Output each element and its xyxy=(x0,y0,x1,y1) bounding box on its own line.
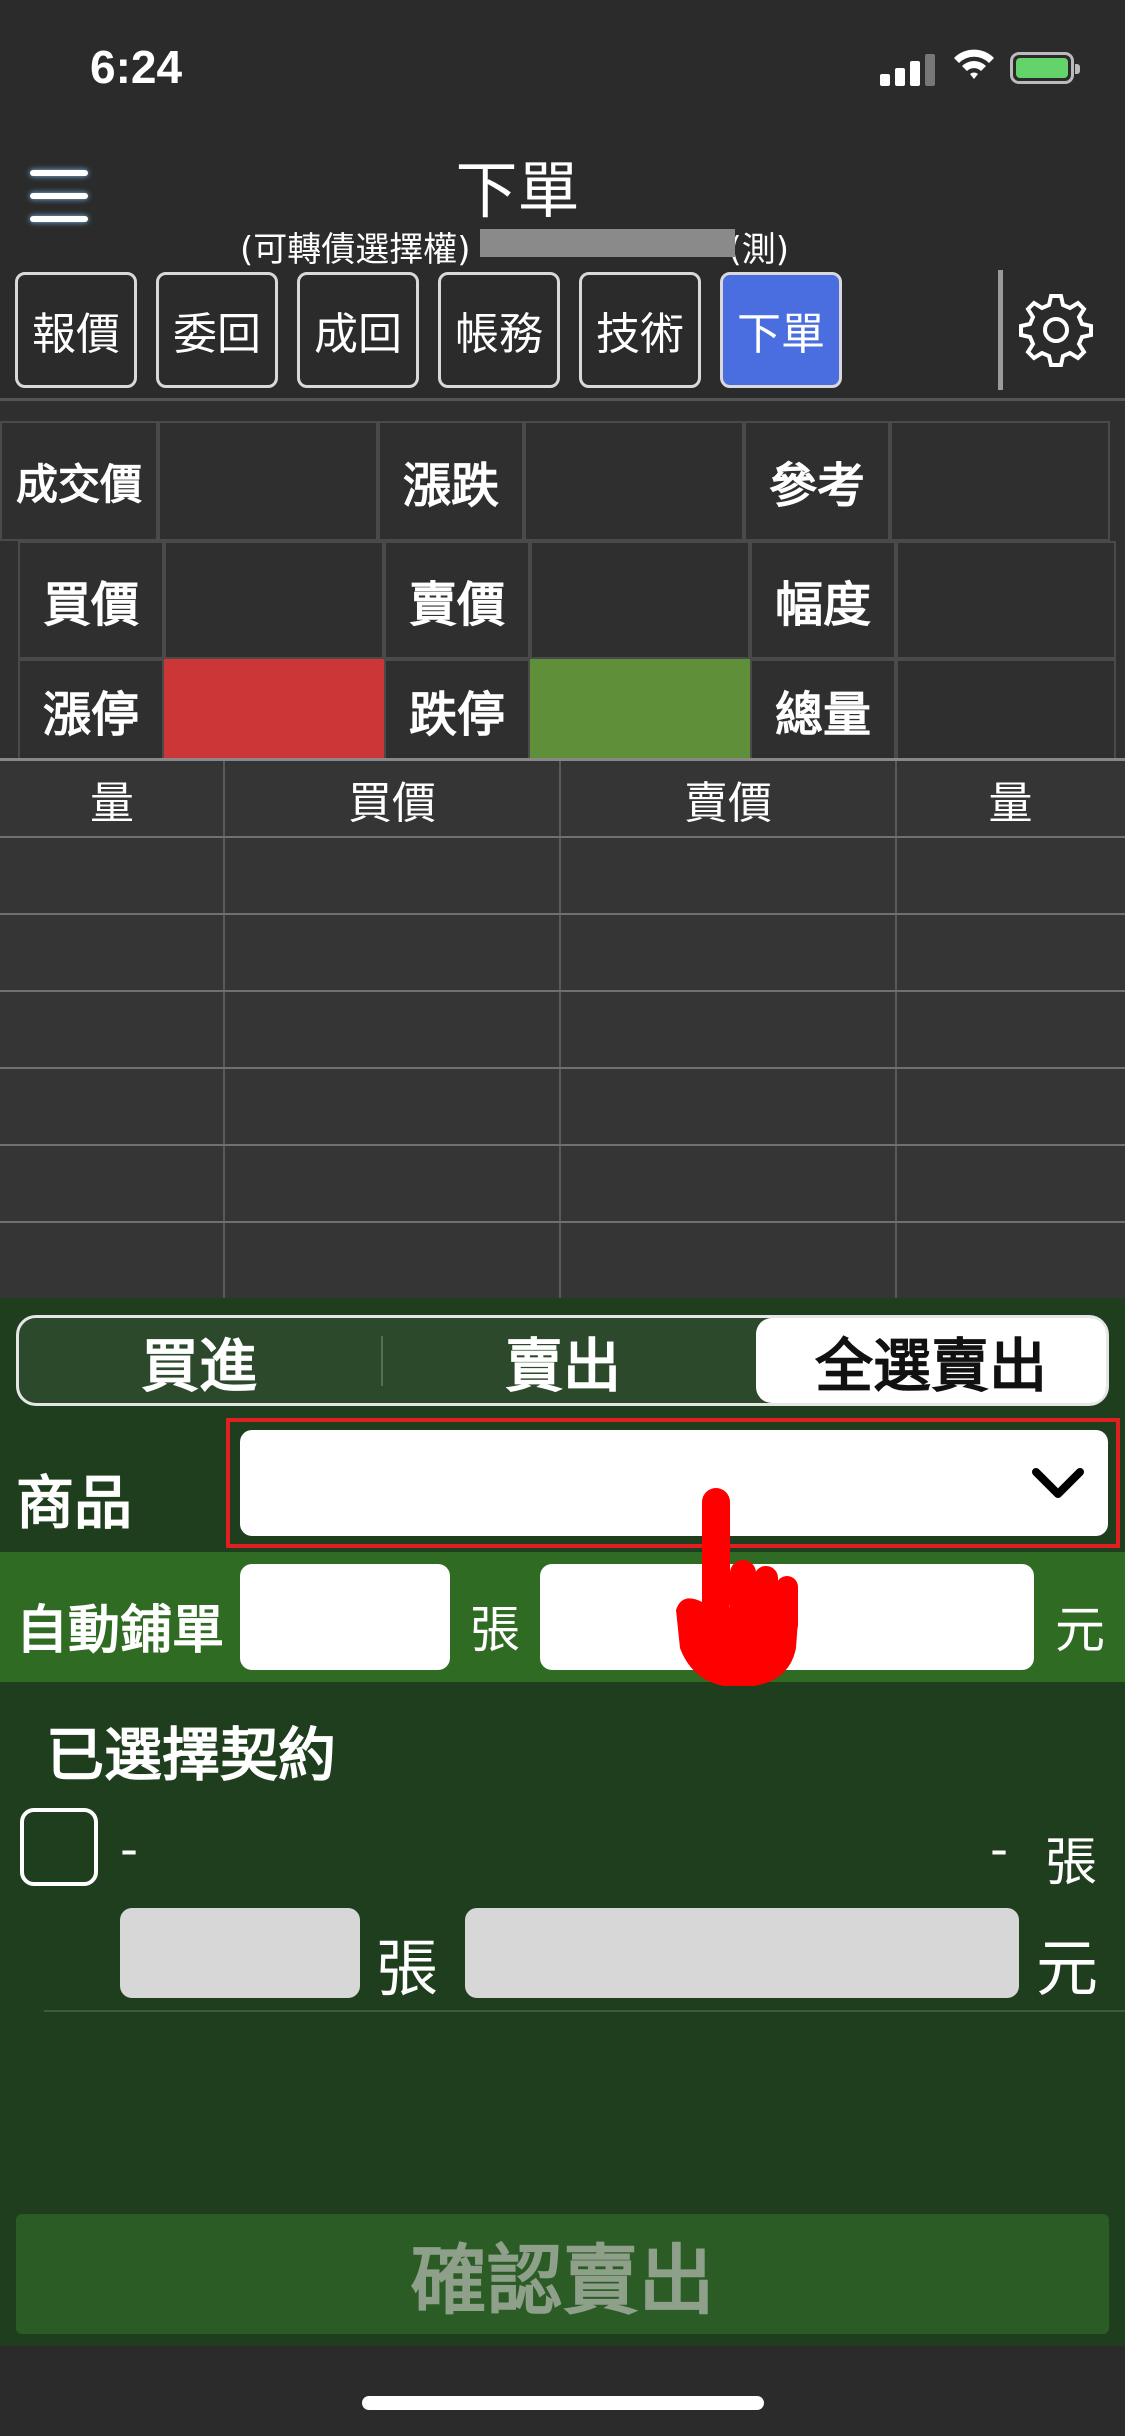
contract-price-input[interactable] xyxy=(465,1908,1019,1998)
segment-buy[interactable]: 買進 xyxy=(19,1318,379,1403)
tab-quote[interactable]: 報價 xyxy=(15,272,137,388)
quote-table: 成交價 漲跌 參考 買價 賣價 幅度 漲停 跌停 總量 xyxy=(0,398,1125,761)
home-indicator[interactable] xyxy=(362,2396,764,2410)
contract-name: - xyxy=(120,1820,139,1878)
page-title: 下單 xyxy=(455,154,580,227)
header-bid-qty: 量 xyxy=(90,777,134,829)
tab-order-reply[interactable]: 委回 xyxy=(156,272,278,388)
value-total-volume xyxy=(896,659,1116,761)
header-bid-price: 買價 xyxy=(348,777,436,829)
trade-mode-segmented: 買進 賣出 全選賣出 xyxy=(16,1315,1109,1406)
contract-qty: - xyxy=(990,1820,1009,1878)
tab-order[interactable]: 下單 xyxy=(720,272,842,388)
order-book: 量 買價 賣價 量 xyxy=(0,758,1125,1301)
tab-divider xyxy=(998,270,1003,390)
value-last-price xyxy=(158,421,378,541)
auto-order-label: 自動鋪單 xyxy=(16,1601,225,1661)
auto-price-unit: 元 xyxy=(1055,1601,1105,1659)
value-reference xyxy=(890,421,1110,541)
label-ask: 賣價 xyxy=(384,541,530,659)
contract-lots-input[interactable] xyxy=(120,1908,360,1998)
contract-qty-unit: 張 xyxy=(1045,1833,1098,1893)
wifi-icon xyxy=(954,49,994,79)
selected-contracts-title: 已選擇契約 xyxy=(46,1721,337,1789)
divider xyxy=(44,2010,1125,2012)
value-limit-up xyxy=(164,659,384,761)
status-time: 6:24 xyxy=(90,41,183,93)
confirm-sell-button[interactable]: 確認賣出 xyxy=(16,2214,1109,2334)
label-range: 幅度 xyxy=(750,541,896,659)
segment-sell[interactable]: 賣出 xyxy=(383,1318,743,1403)
label-bid: 買價 xyxy=(18,541,164,659)
label-reference: 參考 xyxy=(744,421,890,541)
contract-price-unit: 元 xyxy=(1036,1932,1099,2005)
contract-lots-unit: 張 xyxy=(376,1932,439,2005)
label-last-price: 成交價 xyxy=(0,421,158,541)
label-limit-up: 漲停 xyxy=(18,659,164,761)
value-ask xyxy=(530,541,750,659)
gear-icon[interactable] xyxy=(1016,290,1096,370)
tab-fill-reply[interactable]: 成回 xyxy=(297,272,419,388)
header-ask-price: 賣價 xyxy=(684,777,772,829)
subtitle-prefix: (可轉債選擇權) xyxy=(240,230,471,270)
header-ask-qty: 量 xyxy=(988,777,1033,829)
value-change xyxy=(524,421,744,541)
label-limit-down: 跌停 xyxy=(384,659,530,761)
auto-lots-unit: 張 xyxy=(470,1601,520,1659)
auto-lots-input[interactable] xyxy=(240,1564,450,1670)
product-label: 商品 xyxy=(16,1469,133,1537)
value-limit-down xyxy=(530,659,750,761)
segment-sell-all[interactable]: 全選賣出 xyxy=(756,1318,1106,1403)
redacted-account xyxy=(480,229,735,257)
contract-checkbox[interactable] xyxy=(20,1808,98,1886)
value-bid xyxy=(164,541,384,659)
tab-technical[interactable]: 技術 xyxy=(579,272,701,388)
label-total-volume: 總量 xyxy=(750,659,896,761)
tab-account[interactable]: 帳務 xyxy=(438,272,560,388)
chevron-down-icon xyxy=(1032,1468,1084,1498)
pointing-hand-icon xyxy=(676,1488,798,1686)
subtitle-suffix: (測) xyxy=(728,230,790,270)
label-change: 漲跌 xyxy=(378,421,524,541)
value-range xyxy=(896,541,1116,659)
battery-icon xyxy=(1010,52,1080,84)
home-bar-area xyxy=(0,2346,1125,2436)
cellular-signal-icon xyxy=(880,50,936,86)
